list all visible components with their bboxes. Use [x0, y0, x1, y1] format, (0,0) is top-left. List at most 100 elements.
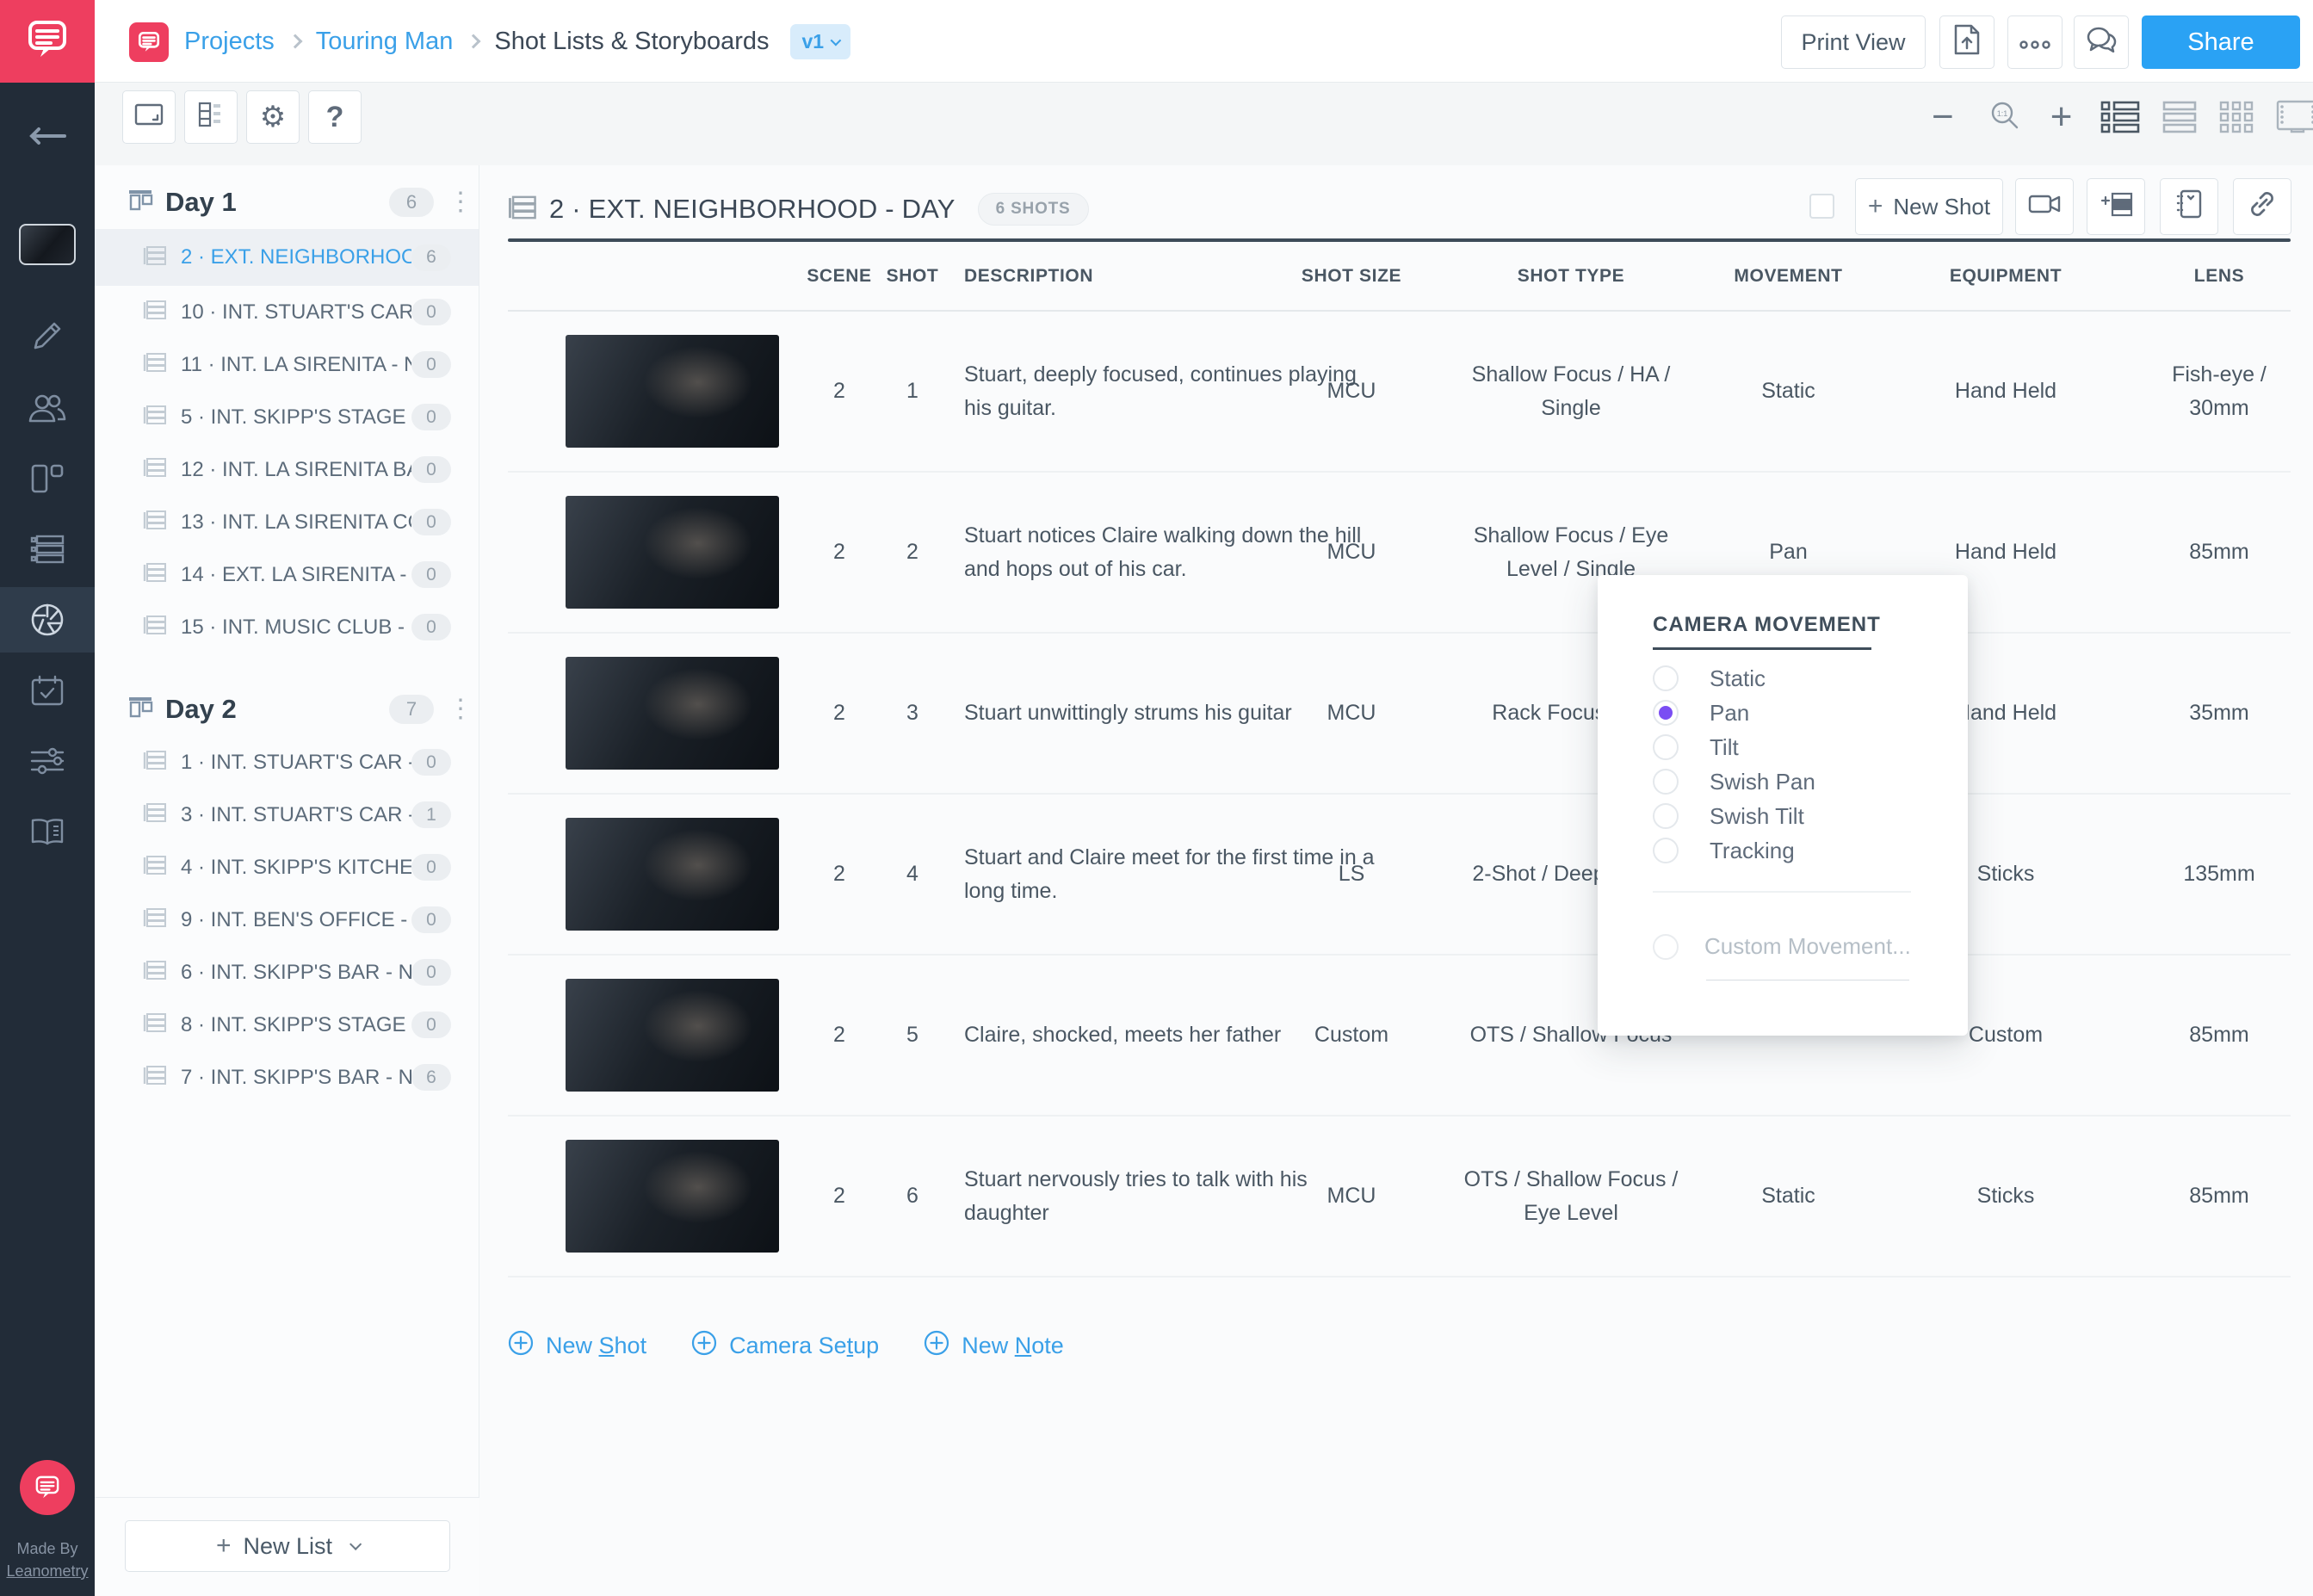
- add-row-button[interactable]: [2087, 178, 2145, 235]
- movement-option[interactable]: Tilt: [1653, 730, 1937, 764]
- cell-shot-size[interactable]: MCU: [1257, 1117, 1446, 1276]
- camera-setup-button[interactable]: [2015, 178, 2074, 235]
- notebook-button[interactable]: [2160, 178, 2218, 235]
- cell-lens[interactable]: 85mm: [2148, 956, 2291, 1115]
- day-menu-button[interactable]: ⋮: [448, 189, 473, 215]
- cell-shot-type[interactable]: Shallow Focus / HA / Single: [1455, 312, 1687, 471]
- storyboard-thumbnail[interactable]: [566, 1140, 779, 1253]
- scene-list-item[interactable]: 8 · INT. SKIPP'S STAGE - NIGHT 0: [95, 999, 479, 1051]
- storyboard-thumbnail[interactable]: [566, 979, 779, 1092]
- cell-lens[interactable]: Fish-eye / 30mm: [2148, 312, 2291, 471]
- radio-icon[interactable]: [1653, 769, 1679, 795]
- scene-list-item[interactable]: 4 · INT. SKIPP'S KITCHEN - NIG... 0: [95, 841, 479, 894]
- radio-icon[interactable]: [1653, 665, 1679, 691]
- cell-scene[interactable]: 2: [801, 956, 878, 1115]
- storyboard-thumbnail[interactable]: [566, 496, 779, 609]
- quick-add-link[interactable]: New Note: [924, 1330, 1064, 1362]
- shot-row[interactable]: 2 3 Stuart unwittingly strums his guitar…: [508, 634, 2291, 795]
- radio-icon[interactable]: [1653, 734, 1679, 760]
- cell-shot[interactable]: 5: [878, 956, 947, 1115]
- shot-row[interactable]: 2 6 Stuart nervously tries to talk with …: [508, 1117, 2291, 1277]
- movement-option[interactable]: Swish Tilt: [1653, 799, 1937, 833]
- cell-scene[interactable]: 2: [801, 312, 878, 471]
- scene-list-item[interactable]: 6 · INT. SKIPP'S BAR - NIGHT 0: [95, 946, 479, 999]
- shot-row[interactable]: 2 1 Stuart, deeply focused, continues pl…: [508, 312, 2291, 473]
- storyboard-thumbnail[interactable]: [566, 657, 779, 770]
- radio-icon[interactable]: [1653, 803, 1679, 829]
- cell-shot-size[interactable]: MCU: [1257, 473, 1446, 632]
- scene-list-item[interactable]: 2 · EXT. NEIGHBORHOOD - D... 6: [95, 229, 479, 286]
- scene-list-item[interactable]: 3 · INT. STUART'S CAR - DUSK 1: [95, 789, 479, 841]
- cell-lens[interactable]: 135mm: [2148, 795, 2291, 954]
- cell-shot-size[interactable]: LS: [1257, 795, 1446, 954]
- sidebar-item-settings[interactable]: [0, 728, 95, 794]
- cell-shot-size[interactable]: MCU: [1257, 634, 1446, 793]
- aspect-ratio-button[interactable]: [122, 90, 176, 144]
- radio-icon[interactable]: [1653, 933, 1679, 960]
- cell-shot-size[interactable]: Custom: [1257, 956, 1446, 1115]
- scene-list-item[interactable]: 12 · INT. LA SIRENITA BATHRO... 0: [95, 443, 479, 496]
- app-logo[interactable]: [0, 0, 95, 83]
- shot-row[interactable]: 2 4 Stuart and Claire meet for the first…: [508, 795, 2291, 956]
- print-view-button[interactable]: Print View: [1781, 15, 1926, 69]
- cell-lens[interactable]: 85mm: [2148, 473, 2291, 632]
- scene-list-item[interactable]: 13 · INT. LA SIRENITA CORRID... 0: [95, 496, 479, 548]
- cell-shot[interactable]: 4: [878, 795, 947, 954]
- radio-icon[interactable]: [1653, 838, 1679, 863]
- scene-list-item[interactable]: 15 · INT. MUSIC CLUB - NIGHT 0: [95, 601, 479, 653]
- breadcrumb-projects[interactable]: Projects: [184, 28, 275, 56]
- export-button[interactable]: [1939, 15, 1994, 69]
- sidebar-item-contacts[interactable]: [0, 375, 95, 441]
- cell-scene[interactable]: 2: [801, 795, 878, 954]
- cell-equipment[interactable]: Sticks: [1911, 1117, 2100, 1276]
- storyboard-thumbnail[interactable]: [566, 818, 779, 931]
- settings-button[interactable]: ⚙: [246, 90, 300, 144]
- scene-list-item[interactable]: 10 · INT. STUART'S CAR - NIGHT 0: [95, 286, 479, 338]
- sidebar-item-script[interactable]: [0, 303, 95, 368]
- cell-shot[interactable]: 3: [878, 634, 947, 793]
- scene-list-item[interactable]: 14 · EXT. LA SIRENITA - NIGHT 0: [95, 548, 479, 601]
- movement-option[interactable]: Pan: [1653, 696, 1937, 730]
- cell-shot[interactable]: 2: [878, 473, 947, 632]
- cell-shot[interactable]: 1: [878, 312, 947, 471]
- cell-shot[interactable]: 6: [878, 1117, 947, 1276]
- cell-shot-size[interactable]: MCU: [1257, 312, 1446, 471]
- version-badge[interactable]: v1: [789, 23, 851, 59]
- cell-equipment[interactable]: Hand Held: [1911, 312, 2100, 471]
- sidebar-back-button[interactable]: [0, 103, 95, 169]
- cell-shot-type[interactable]: OTS / Shallow Focus / Eye Level: [1455, 1117, 1687, 1276]
- sidebar-item-calendar[interactable]: [0, 658, 95, 723]
- list-thumbs-view-button[interactable]: [2100, 101, 2140, 133]
- scene-list-item[interactable]: 1 · INT. STUART'S CAR - NIGHT 0: [95, 736, 479, 789]
- zoom-out-button[interactable]: −: [1911, 96, 1975, 139]
- movement-option[interactable]: Tracking: [1653, 833, 1937, 868]
- storyboard-thumbnail[interactable]: [566, 335, 779, 448]
- grid-view-button[interactable]: [2219, 101, 2254, 133]
- share-link-button[interactable]: [2233, 178, 2291, 235]
- rows-view-button[interactable]: [2162, 101, 2197, 133]
- sidebar-item-reports[interactable]: [0, 799, 95, 864]
- share-button[interactable]: Share: [2142, 15, 2300, 69]
- cell-scene[interactable]: 2: [801, 1117, 878, 1276]
- breadcrumb-project-name[interactable]: Touring Man: [316, 28, 454, 56]
- studiobinder-logo-icon[interactable]: [20, 1459, 75, 1515]
- movement-option[interactable]: Static: [1653, 661, 1937, 696]
- quick-add-link[interactable]: New Shot: [508, 1330, 646, 1362]
- project-chip-icon[interactable]: [129, 22, 169, 62]
- scene-list-item[interactable]: 11 · INT. LA SIRENITA - NIGHT 0: [95, 338, 479, 391]
- made-by-credit[interactable]: Made By Leanometry: [0, 1537, 95, 1596]
- zoom-reset-button[interactable]: 1:1: [1975, 101, 2035, 134]
- columns-layout-button[interactable]: [184, 90, 238, 144]
- cell-movement[interactable]: Static: [1709, 312, 1868, 471]
- cell-movement[interactable]: Static: [1709, 1117, 1868, 1276]
- shot-row[interactable]: 2 2 Stuart notices Claire walking down t…: [508, 473, 2291, 634]
- scene-list-item[interactable]: 5 · INT. SKIPP'S STAGE - NIGHT 0: [95, 391, 479, 443]
- sidebar-project-thumbnail[interactable]: [0, 212, 95, 277]
- sidebar-item-boards[interactable]: [0, 446, 95, 511]
- day-menu-button[interactable]: ⋮: [448, 696, 473, 722]
- filmstrip-view-button[interactable]: [2276, 100, 2313, 134]
- movement-option[interactable]: Swish Pan: [1653, 764, 1937, 799]
- day-group-title[interactable]: Day 2: [165, 694, 237, 725]
- sidebar-item-shot-lists[interactable]: [0, 587, 95, 653]
- day-group-title[interactable]: Day 1: [165, 187, 237, 218]
